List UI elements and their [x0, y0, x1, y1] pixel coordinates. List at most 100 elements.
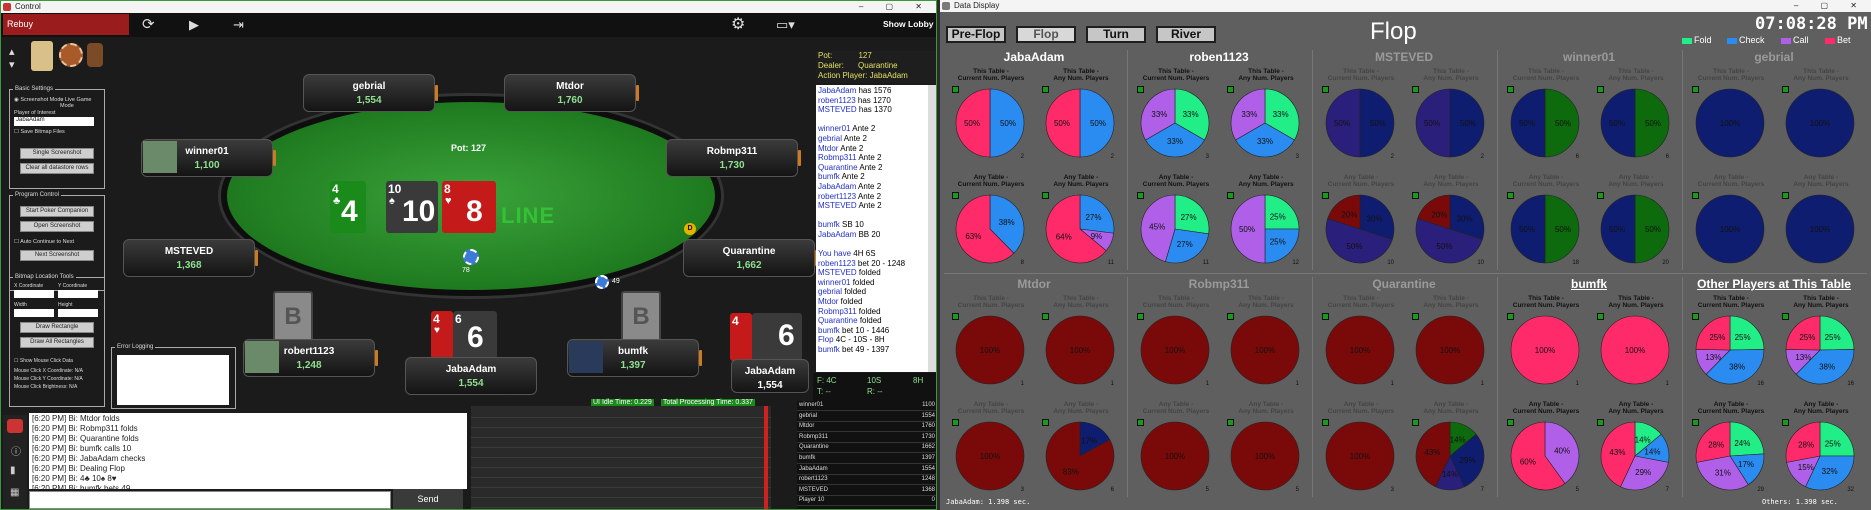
- player-stack: 1662: [921, 444, 935, 451]
- seat-quarantine[interactable]: Quarantine 1,662: [683, 239, 818, 277]
- pie-chart: 25% 25% 50% 12: [1230, 194, 1300, 265]
- info-label: Dealer:: [818, 61, 844, 70]
- pie-caption: This Table - Any Num. Players: [1053, 295, 1109, 309]
- player-stack: 1730: [921, 433, 935, 440]
- players-table-row[interactable]: gebrial 1554: [797, 412, 936, 422]
- avatar-winner01: [143, 141, 177, 173]
- pie-percent-label: 24%: [1734, 439, 1750, 448]
- seat-jabaadam-mini[interactable]: JabaAdam 1,554: [731, 359, 809, 393]
- layout-icon[interactable]: ▭▾: [776, 15, 800, 35]
- width-input[interactable]: [14, 309, 54, 317]
- chat-icon[interactable]: [7, 419, 23, 433]
- error-logging-group: Error Logging: [111, 344, 236, 409]
- window-title: Control: [15, 2, 41, 11]
- stats-icon[interactable]: ▮: [10, 465, 16, 476]
- exit-icon[interactable]: ⇥: [233, 16, 251, 34]
- seat-mtdor[interactable]: Mtdor 1,760: [504, 74, 639, 112]
- pie-percent-label: 38%: [1729, 363, 1745, 372]
- open-screenshot-button[interactable]: Open Screenshot: [20, 221, 94, 232]
- pie-percent-label: 27%: [1085, 213, 1101, 222]
- log-player: Robmp311: [818, 153, 857, 163]
- log-player: robert1123: [818, 191, 857, 201]
- flop-card-2: 10S: [867, 376, 882, 385]
- control-titlebar: Control – ▢ ✕: [1, 1, 936, 13]
- pie-chart: 25% 38% 13% 25% 16: [1695, 315, 1765, 386]
- seat-jabaadam[interactable]: JabaAdam 1,554: [405, 357, 537, 395]
- log-line: gebrial folded: [818, 287, 926, 297]
- draw-all-rectangles-button[interactable]: Draw All Rectangles: [20, 337, 94, 348]
- log-line: You have 4H 6S: [818, 249, 926, 259]
- players-table-row[interactable]: robert1123 1248: [797, 475, 936, 486]
- live-game-mode-radio[interactable]: ○ Live Game Mode: [60, 97, 104, 109]
- card-rank: 6: [455, 312, 462, 326]
- column-divider: [1312, 277, 1313, 497]
- pie-percent-label: 50%: [1346, 242, 1362, 251]
- pie-caption: This Table - Current Num. Players: [957, 68, 1025, 82]
- pie-caption: This Table - Current Num. Players: [1697, 68, 1765, 82]
- players-table-row[interactable]: Mtdor 1760: [797, 422, 936, 433]
- rebuy-button[interactable]: Rebuy: [3, 14, 129, 35]
- seat-msteved[interactable]: MSTEVED 1,368: [123, 239, 258, 277]
- players-table-row[interactable]: Quarantine 1662: [797, 443, 936, 454]
- log-player: Quarantine: [818, 162, 858, 172]
- players-table-row[interactable]: winner01 1100: [797, 401, 936, 411]
- error-log-textarea[interactable]: [117, 355, 229, 405]
- pie-caption: This Table - Any Num. Players: [1423, 68, 1479, 82]
- chip-icon: [59, 43, 83, 67]
- table-icon[interactable]: ▦: [10, 487, 19, 498]
- pie-chart: 33% 33% 33% 3: [1140, 88, 1210, 159]
- start-poker-companion-button[interactable]: Start Poker Companion: [20, 206, 94, 217]
- ycoord-input[interactable]: [58, 290, 98, 298]
- refresh-icon[interactable]: ⟳: [142, 16, 162, 34]
- pie-chart: 17% 83% 6: [1045, 421, 1115, 492]
- auto-continue-checkbox[interactable]: ☐ Auto Continue to Next: [14, 239, 74, 245]
- window-controls[interactable]: – ▢ ✕: [859, 1, 932, 13]
- log-action: folded: [856, 268, 881, 278]
- stack-arrows-icon[interactable]: ▴ ▾: [9, 45, 15, 71]
- players-table: winner01 1100 gebrial 1554 Mtdor 1760 Robmp311…: [797, 401, 936, 509]
- log-action: Ante 2: [856, 201, 882, 211]
- pie-percent-label: 100%: [1255, 346, 1275, 355]
- log-player: You have: [818, 249, 852, 259]
- players-table-row[interactable]: Player 10 0: [797, 496, 936, 507]
- sample-count: 5: [1576, 487, 1580, 492]
- players-table-row[interactable]: MSTEVED 1368: [797, 486, 936, 496]
- show-lobby-link[interactable]: Show Lobby: [883, 19, 934, 29]
- info-icon[interactable]: ⓘ: [11, 443, 21, 458]
- pie-percent-label: 100%: [1350, 452, 1370, 461]
- log-line: JabaAdam has 1576: [818, 86, 926, 96]
- clear-datastore-button[interactable]: Clear all datastore rows: [20, 163, 94, 174]
- players-table-row[interactable]: JabaAdam 1554: [797, 465, 936, 475]
- seat-gebrial[interactable]: gebrial 1,554: [303, 74, 438, 112]
- chat-log[interactable]: [6:20 PM] Bi: Mtdor folds [6:20 PM] Bi: R…: [29, 413, 467, 489]
- seat-robmp311[interactable]: Robmp311 1,730: [666, 139, 801, 177]
- screenshot-mode-radio[interactable]: ◉ Screenshot Mode: [14, 97, 63, 103]
- pie-percent-label: 100%: [1070, 346, 1090, 355]
- players-table-row[interactable]: Robmp311 1730: [797, 433, 936, 443]
- player-of-interest-input[interactable]: JabaAdam: [14, 117, 94, 126]
- save-bitmap-checkbox[interactable]: ☐ Save Bitmap Files: [14, 129, 65, 135]
- action-log-scrollbar[interactable]: [928, 85, 936, 372]
- pie-percent-label: 83%: [1063, 467, 1079, 476]
- play-icon[interactable]: ▶: [189, 16, 205, 34]
- info-value: 127: [858, 51, 872, 60]
- hero-card-1: 4 ♥: [431, 311, 453, 359]
- send-button[interactable]: Send: [393, 489, 463, 509]
- single-screenshot-button[interactable]: Single Screenshot: [20, 148, 94, 159]
- next-screenshot-button[interactable]: Next Screenshot: [20, 250, 94, 261]
- pie-chart: 14% 14% 29% 43% 7: [1600, 421, 1670, 492]
- draw-rectangle-button[interactable]: Draw Rectangle: [20, 322, 94, 333]
- show-mouse-checkbox[interactable]: ☐ Show Mouse Click Data: [14, 358, 73, 364]
- action-log[interactable]: JabaAdam has 1576 roben1123 has 1270 MSTEV…: [816, 85, 928, 372]
- pie-chart: 100% 1: [1045, 315, 1115, 386]
- chat-input[interactable]: [29, 491, 391, 509]
- xcoord-input[interactable]: [14, 290, 54, 298]
- players-table-row[interactable]: bumfk 1397: [797, 454, 936, 464]
- gear-icon[interactable]: ⚙: [731, 15, 751, 35]
- pie-percent-label: 43%: [1609, 448, 1625, 457]
- pie-chart: 14%29%14%43%7: [1415, 421, 1485, 492]
- log-line: Flop 4C - 10S - 8H: [818, 335, 926, 345]
- height-input[interactable]: [58, 309, 98, 317]
- stats-grid: [471, 406, 771, 509]
- sample-count: 2: [1021, 154, 1025, 159]
